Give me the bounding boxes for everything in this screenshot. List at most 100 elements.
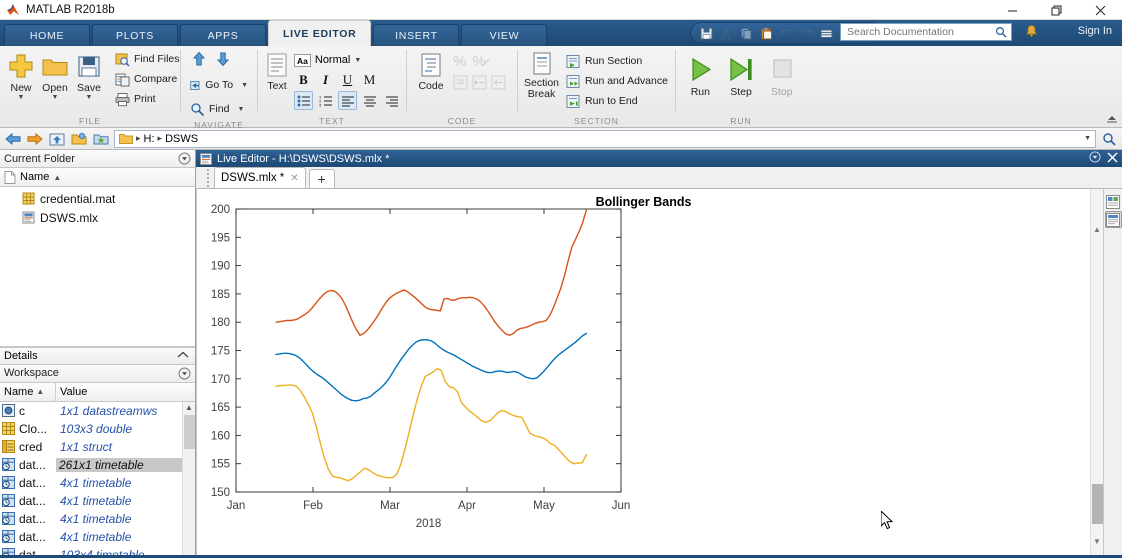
uncomment-icon[interactable]: %̷ <box>472 53 485 70</box>
forward-arrow-icon[interactable] <box>26 130 44 148</box>
run-button[interactable]: Run <box>682 53 719 98</box>
output-on-right-button[interactable] <box>1104 211 1122 228</box>
chevron-down-icon[interactable]: ▼ <box>237 106 244 113</box>
cut-icon[interactable] <box>717 24 735 42</box>
close-icon[interactable]: ✕ <box>290 173 298 184</box>
maximize-button[interactable] <box>1034 0 1078 20</box>
save-button[interactable]: Save ▼ <box>74 49 104 101</box>
text-button[interactable]: Text <box>264 49 290 92</box>
chevron-down-icon[interactable]: ▼ <box>241 82 248 89</box>
chevron-down-icon[interactable]: ▼ <box>18 94 25 101</box>
undo-icon[interactable] <box>777 24 795 42</box>
text-style-dropdown[interactable]: Aa Normal ▼ <box>294 51 401 69</box>
table-row[interactable]: dat... 4x1 timetable <box>0 492 195 510</box>
ribbon-tab-view[interactable]: VIEW <box>461 24 548 46</box>
new-button[interactable]: New ▼ <box>6 49 36 101</box>
new-tab-button[interactable]: + <box>308 169 335 188</box>
workspace-name-column-header[interactable]: Name ▲ <box>0 382 56 401</box>
arrow-up-icon[interactable] <box>191 51 207 70</box>
sort-ascending-icon[interactable]: ▲ <box>53 173 61 182</box>
open-button[interactable]: Open ▼ <box>40 49 70 101</box>
scroll-up-arrow-icon[interactable]: ▲ <box>1091 225 1103 234</box>
align-center-button[interactable] <box>360 91 379 110</box>
panel-menu-icon[interactable] <box>1089 151 1101 166</box>
bold-button[interactable]: B <box>294 70 313 89</box>
bulleted-list-button[interactable] <box>294 91 313 110</box>
workspace-variable-list[interactable]: c 1x1 datastreamws Clo... 103x3 double c… <box>0 401 195 558</box>
run-and-advance-button[interactable]: Run and Advance <box>563 71 671 91</box>
chevron-down-icon[interactable]: ▼ <box>1084 135 1091 142</box>
paste-icon[interactable] <box>757 24 775 42</box>
details-pane-header[interactable]: Details <box>0 346 195 365</box>
search-input[interactable] <box>845 25 995 39</box>
workspace-scrollbar[interactable]: ▲ <box>182 401 195 558</box>
search-documentation[interactable] <box>840 23 1012 41</box>
section-break-button[interactable]: Section Break <box>524 49 559 100</box>
list-item[interactable]: DSWS.mlx <box>0 208 195 227</box>
redo-icon[interactable] <box>797 24 815 42</box>
browse-folder-icon[interactable] <box>70 130 88 148</box>
ribbon-tab-home[interactable]: HOME <box>4 24 90 46</box>
step-button[interactable]: Step <box>723 53 760 98</box>
favorites-icon[interactable] <box>92 130 110 148</box>
save-icon[interactable] <box>697 24 715 42</box>
panel-menu-icon[interactable] <box>178 152 191 168</box>
run-section-button[interactable]: Run Section <box>563 51 671 71</box>
live-editor-canvas[interactable]: Bollinger Bands 150 155 160 165 170 175 180 185… <box>196 189 1122 558</box>
chevron-down-icon[interactable]: ▼ <box>52 94 59 101</box>
scroll-up-arrow-icon[interactable]: ▲ <box>183 402 195 414</box>
current-folder-column-header[interactable]: Name ▲ <box>0 168 195 187</box>
align-right-button[interactable] <box>382 91 401 110</box>
breadcrumb-item-drive[interactable]: H: <box>144 133 155 145</box>
workspace-value-column-header[interactable]: Value <box>56 383 195 401</box>
table-row[interactable]: dat... 4x1 timetable <box>0 474 195 492</box>
ribbon-tab-live-editor[interactable]: LIVE EDITOR <box>268 20 372 46</box>
back-arrow-icon[interactable] <box>4 130 22 148</box>
comment-icon[interactable]: % <box>453 53 466 70</box>
code-button[interactable]: Code <box>413 49 449 92</box>
ribbon-tab-insert[interactable]: INSERT <box>373 24 460 46</box>
go-to-button[interactable]: Go To ▼ <box>187 75 251 95</box>
underline-button[interactable]: U <box>338 70 357 89</box>
chevron-down-icon[interactable]: ▼ <box>86 94 93 101</box>
close-button[interactable] <box>1078 0 1122 20</box>
chevron-up-icon[interactable] <box>177 351 189 361</box>
find-button[interactable]: Find ▼ <box>187 99 251 119</box>
chevron-down-icon[interactable]: ▼ <box>354 57 361 64</box>
numbered-list-button[interactable]: 1 2 3 <box>316 91 335 110</box>
document-vertical-scrollbar[interactable]: ▲ ▼ <box>1090 189 1103 558</box>
collapse-ribbon-button[interactable] <box>1106 114 1118 125</box>
scrollbar-thumb[interactable] <box>184 414 195 449</box>
table-row[interactable]: dat... 4x1 timetable <box>0 510 195 528</box>
path-breadcrumb[interactable]: ▸ H: ▸ DSWS ▼ <box>114 129 1096 148</box>
tab-gripper[interactable] <box>204 167 212 188</box>
table-row[interactable]: cred 1x1 struct <box>0 438 195 456</box>
search-magnifier-icon[interactable] <box>1100 130 1118 148</box>
minimize-button[interactable] <box>990 0 1034 20</box>
output-inline-button[interactable] <box>1105 193 1122 210</box>
table-row[interactable]: c 1x1 datastreamws <box>0 402 195 420</box>
monospace-button[interactable]: M <box>360 70 379 89</box>
panel-menu-icon[interactable] <box>178 367 191 383</box>
arrow-down-icon[interactable] <box>215 51 231 70</box>
align-left-button[interactable] <box>338 91 357 110</box>
current-folder-file-list[interactable]: credential.mat DSWS.mlx <box>0 187 195 347</box>
list-item[interactable]: credential.mat <box>0 189 195 208</box>
sort-ascending-icon[interactable]: ▲ <box>36 387 44 396</box>
run-to-end-button[interactable]: Run to End <box>563 91 671 111</box>
scrollbar-thumb[interactable] <box>1092 484 1103 524</box>
up-one-level-icon[interactable] <box>48 130 66 148</box>
print-button[interactable]: Print <box>112 89 183 109</box>
breadcrumb-item-dsws[interactable]: DSWS <box>165 133 198 145</box>
compare-button[interactable]: Compare <box>112 69 183 89</box>
ribbon-tab-apps[interactable]: APPS <box>180 24 266 46</box>
table-row[interactable]: dat... 4x1 timetable <box>0 528 195 546</box>
table-row[interactable]: Clo... 103x3 double <box>0 420 195 438</box>
find-files-button[interactable]: Find Files <box>112 49 183 69</box>
sign-in-link[interactable]: Sign In <box>1078 25 1112 37</box>
bell-icon[interactable] <box>1025 24 1038 41</box>
ribbon-tab-plots[interactable]: PLOTS <box>92 24 178 46</box>
tab-dsws-mlx[interactable]: DSWS.mlx * ✕ <box>214 167 306 188</box>
layout-icon[interactable] <box>817 24 835 42</box>
copy-icon[interactable] <box>737 24 755 42</box>
